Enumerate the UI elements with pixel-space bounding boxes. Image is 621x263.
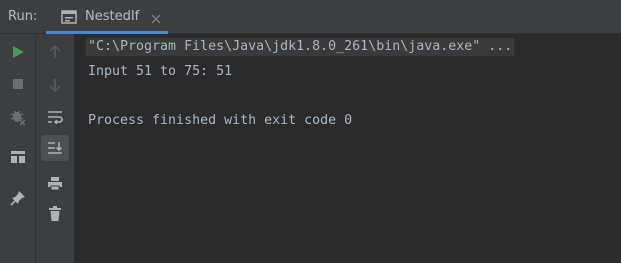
down-arrow-icon [49,78,61,92]
console-line-exit: Process finished with exit code 0 [88,113,353,128]
soft-wrap-icon [47,110,63,124]
console-line-input: Input 51 to 75: 51 [88,64,233,79]
stop-icon [12,78,24,90]
trash-icon [48,206,62,222]
print-icon [47,176,63,191]
console-output[interactable]: "C:\Program Files\Java\jdk1.8.0_261\bin\… [76,34,621,263]
layout-icon [10,150,26,164]
run-toolbar [0,34,36,263]
previous-occurrence-button[interactable] [41,39,69,65]
console-window-icon [61,9,77,24]
up-arrow-icon [49,45,61,59]
debug-button[interactable] [4,104,32,130]
run-label: Run: [8,9,38,24]
pin-icon [10,190,26,206]
scroll-to-end-button[interactable] [41,135,69,161]
rerun-button[interactable] [4,39,32,65]
debug-disabled-icon [9,108,27,126]
console-toolbar [36,34,75,263]
next-occurrence-button[interactable] [41,72,69,98]
scroll-to-end-icon [47,141,63,155]
stop-button[interactable] [4,71,32,97]
soft-wrap-button[interactable] [41,104,69,130]
clear-all-button[interactable] [41,201,69,227]
pin-tab-button[interactable] [4,185,32,211]
tab-nestedif[interactable]: NestedIf [46,0,168,34]
rerun-icon [11,45,25,59]
tab-label: NestedIf [85,9,140,24]
print-button[interactable] [41,170,69,196]
close-icon[interactable] [151,9,161,24]
run-tool-window-header: Run: NestedIf [0,0,621,34]
layout-button[interactable] [4,144,32,170]
console-line-command: "C:\Program Files\Java\jdk1.8.0_261\bin\… [86,38,515,56]
